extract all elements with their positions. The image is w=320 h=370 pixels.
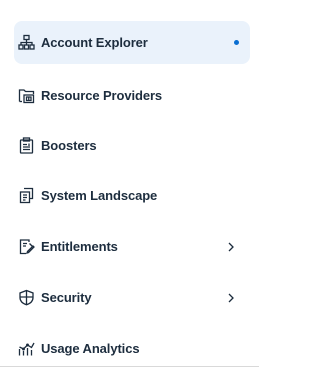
edit-document-icon [18, 238, 35, 255]
clipboard-icon [18, 137, 35, 154]
selected-indicator-dot [234, 40, 239, 45]
nav-item-label: System Landscape [41, 188, 158, 203]
nav-item-security[interactable]: Security [14, 276, 250, 319]
analytics-icon [18, 340, 35, 357]
nav-item-label: Account Explorer [41, 35, 148, 50]
nav-item-usage-analytics[interactable]: Usage Analytics [14, 327, 250, 370]
nav-item-resource-providers[interactable]: Resource Providers [14, 74, 250, 117]
nav-item-label: Entitlements [41, 239, 118, 254]
nav-item-label: Security [41, 290, 92, 305]
shield-icon [18, 289, 35, 306]
nav-item-account-explorer[interactable]: Account Explorer [14, 21, 250, 64]
resource-folder-icon [18, 87, 35, 104]
nav-item-entitlements[interactable]: Entitlements [14, 225, 250, 268]
documents-icon [18, 187, 35, 204]
side-navigation: Account Explorer Resource Providers Boos… [0, 0, 259, 367]
nav-item-label: Resource Providers [41, 88, 163, 103]
chevron-right-icon [226, 292, 236, 304]
nav-item-label: Usage Analytics [41, 341, 140, 356]
nav-item-label: Boosters [41, 138, 97, 153]
nav-item-system-landscape[interactable]: System Landscape [14, 174, 250, 217]
hierarchy-icon [18, 34, 35, 51]
nav-item-boosters[interactable]: Boosters [14, 124, 250, 167]
chevron-right-icon [226, 241, 236, 253]
